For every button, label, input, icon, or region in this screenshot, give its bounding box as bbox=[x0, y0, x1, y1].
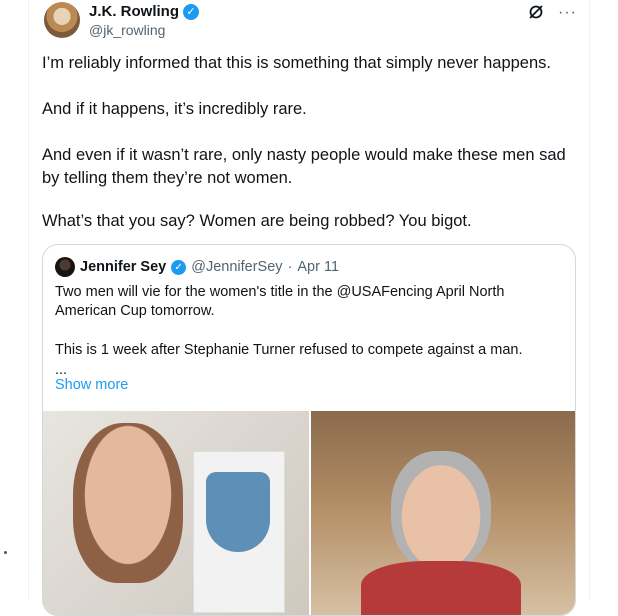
grok-icon[interactable] bbox=[528, 4, 544, 20]
quoted-tweet[interactable]: Jennifer Sey ✓ @JenniferSey · Apr 11 Two… bbox=[42, 244, 576, 616]
quoted-author-name[interactable]: Jennifer Sey bbox=[80, 259, 166, 275]
verified-badge-icon: ✓ bbox=[183, 3, 199, 20]
author-name-row: J.K. Rowling ✓ bbox=[89, 3, 199, 20]
media-image-right[interactable] bbox=[311, 411, 575, 615]
red-shirt bbox=[361, 561, 521, 615]
quoted-verified-badge-icon: ✓ bbox=[171, 259, 187, 275]
tweet-paragraph-2: And if it happens, it’s incredibly rare. bbox=[42, 100, 307, 118]
quoted-text-2: This is 1 week after Stephanie Turner re… bbox=[55, 342, 523, 358]
media-image-left[interactable] bbox=[43, 411, 309, 615]
edge-dot bbox=[4, 551, 7, 554]
fencing-banner bbox=[193, 451, 285, 613]
quoted-date[interactable]: Apr 11 bbox=[297, 259, 339, 275]
avatar[interactable] bbox=[44, 2, 80, 38]
person-photo-right bbox=[391, 451, 491, 571]
quoted-text-1: Two men will vie for the women's title i… bbox=[55, 284, 505, 319]
show-more-link[interactable]: Show more bbox=[55, 377, 128, 393]
quoted-tweet-header: Jennifer Sey ✓ @JenniferSey · Apr 11 bbox=[55, 257, 339, 277]
separator-dot: · bbox=[287, 259, 293, 275]
more-options-icon[interactable]: ··· bbox=[558, 4, 577, 22]
tweet-paragraph-3: And even if it wasn’t rare, only nasty p… bbox=[42, 146, 566, 187]
author-name[interactable]: J.K. Rowling bbox=[89, 3, 179, 20]
author-handle[interactable]: @jk_rowling bbox=[89, 22, 165, 38]
tweet-paragraph-1: I’m reliably informed that this is somet… bbox=[42, 54, 551, 72]
fencing-logo-icon bbox=[206, 472, 270, 552]
person-photo-left bbox=[73, 423, 183, 583]
tweet-paragraph-4: What’s that you say? Women are being rob… bbox=[42, 212, 472, 230]
quoted-ellipsis: ... bbox=[55, 362, 68, 378]
quoted-avatar[interactable] bbox=[55, 257, 75, 277]
quoted-author-handle[interactable]: @JenniferSey bbox=[191, 259, 282, 275]
